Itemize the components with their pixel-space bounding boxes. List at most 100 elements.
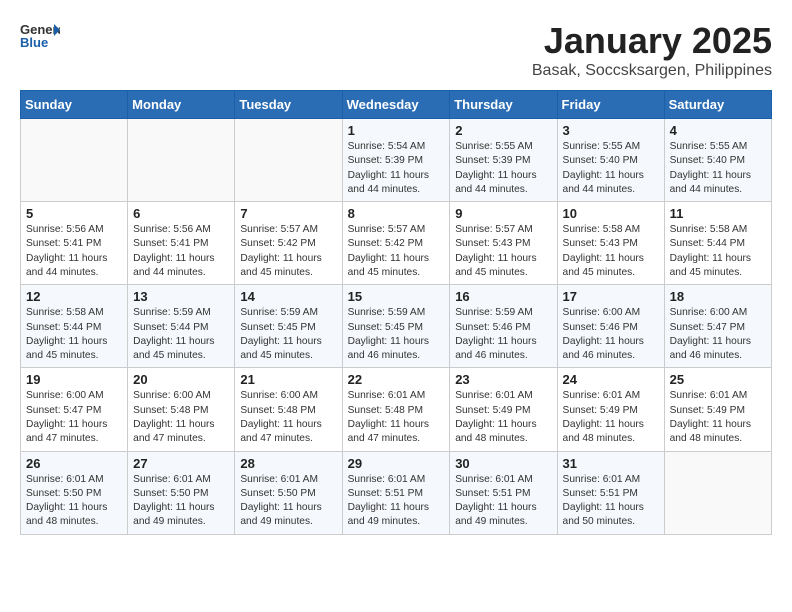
- table-row: 12Sunrise: 5:58 AMSunset: 5:44 PMDayligh…: [21, 285, 128, 368]
- table-row: 18 Sunrise: 6:00 AMSunset: 5:47 PMDayligh…: [664, 285, 771, 368]
- table-row: 8Sunrise: 5:57 AMSunset: 5:42 PMDaylight…: [342, 202, 450, 285]
- day-info: Sunrise: 5:56 AMSunset: 5:41 PMDaylight:…: [26, 223, 122, 280]
- day-number: 21: [240, 372, 336, 387]
- day-info: Sunrise: 6:01 AMSunset: 5:51 PMDaylight:…: [348, 473, 445, 530]
- table-row: 13 Sunrise: 5:59 AMSunset: 5:44 PMDayligh…: [128, 285, 235, 368]
- table-row: 28 Sunrise: 6:01 AMSunset: 5:50 PMDayligh…: [235, 451, 342, 534]
- day-number: 27: [133, 456, 229, 471]
- header-saturday: Saturday: [664, 91, 771, 119]
- header-thursday: Thursday: [450, 91, 557, 119]
- day-info: Sunrise: 5:57 AMSunset: 5:42 PMDaylight:…: [240, 223, 336, 280]
- day-info: Sunrise: 6:00 AMSunset: 5:47 PMDaylight:…: [670, 306, 766, 363]
- day-number: 18: [670, 289, 766, 304]
- table-row: [128, 119, 235, 202]
- day-info: Sunrise: 5:56 AMSunset: 5:41 PMDaylight:…: [133, 223, 229, 280]
- day-number: 11: [670, 206, 766, 221]
- table-row: 6 Sunrise: 5:56 AMSunset: 5:41 PMDaylight…: [128, 202, 235, 285]
- day-number: 10: [563, 206, 659, 221]
- day-info: Sunrise: 6:00 AMSunset: 5:48 PMDaylight:…: [133, 389, 229, 446]
- page-title: January 2025: [532, 20, 772, 62]
- day-info: Sunrise: 5:59 AMSunset: 5:46 PMDaylight:…: [455, 306, 551, 363]
- header-wednesday: Wednesday: [342, 91, 450, 119]
- day-info: Sunrise: 6:01 AMSunset: 5:50 PMDaylight:…: [26, 473, 122, 530]
- day-info: Sunrise: 5:59 AMSunset: 5:45 PMDaylight:…: [348, 306, 445, 363]
- table-row: 22 Sunrise: 6:01 AMSunset: 5:48 PMDayligh…: [342, 368, 450, 451]
- table-row: 19Sunrise: 6:00 AMSunset: 5:47 PMDayligh…: [21, 368, 128, 451]
- day-info: Sunrise: 5:55 AMSunset: 5:40 PMDaylight:…: [563, 140, 659, 197]
- day-info: Sunrise: 6:01 AMSunset: 5:51 PMDaylight:…: [455, 473, 551, 530]
- calendar-week-row: 12Sunrise: 5:58 AMSunset: 5:44 PMDayligh…: [21, 285, 772, 368]
- day-info: Sunrise: 6:00 AMSunset: 5:48 PMDaylight:…: [240, 389, 336, 446]
- day-number: 7: [240, 206, 336, 221]
- day-number: 15: [348, 289, 445, 304]
- table-row: 16Sunrise: 5:59 AMSunset: 5:46 PMDayligh…: [450, 285, 557, 368]
- title-area: January 2025 Basak, Soccsksargen, Philip…: [532, 20, 772, 80]
- day-number: 2: [455, 123, 551, 138]
- table-row: 3 Sunrise: 5:55 AMSunset: 5:40 PMDaylight…: [557, 119, 664, 202]
- day-info: Sunrise: 6:00 AMSunset: 5:46 PMDaylight:…: [563, 306, 659, 363]
- table-row: 11 Sunrise: 5:58 AMSunset: 5:44 PMDayligh…: [664, 202, 771, 285]
- day-info: Sunrise: 6:01 AMSunset: 5:48 PMDaylight:…: [348, 389, 445, 446]
- table-row: 23 Sunrise: 6:01 AMSunset: 5:49 PMDayligh…: [450, 368, 557, 451]
- day-info: Sunrise: 6:01 AMSunset: 5:49 PMDaylight:…: [455, 389, 551, 446]
- table-row: 21 Sunrise: 6:00 AMSunset: 5:48 PMDayligh…: [235, 368, 342, 451]
- table-row: 1 Sunrise: 5:54 AMSunset: 5:39 PMDaylight…: [342, 119, 450, 202]
- day-number: 17: [563, 289, 659, 304]
- table-row: 20Sunrise: 6:00 AMSunset: 5:48 PMDayligh…: [128, 368, 235, 451]
- calendar-week-row: 19Sunrise: 6:00 AMSunset: 5:47 PMDayligh…: [21, 368, 772, 451]
- day-info: Sunrise: 5:58 AMSunset: 5:44 PMDaylight:…: [670, 223, 766, 280]
- day-number: 3: [563, 123, 659, 138]
- calendar-header-row: Sunday Monday Tuesday Wednesday Thursday…: [21, 91, 772, 119]
- calendar-week-row: 26 Sunrise: 6:01 AMSunset: 5:50 PMDayligh…: [21, 451, 772, 534]
- day-number: 24: [563, 372, 659, 387]
- day-info: Sunrise: 6:01 AMSunset: 5:50 PMDaylight:…: [133, 473, 229, 530]
- table-row: 10 Sunrise: 5:58 AMSunset: 5:43 PMDayligh…: [557, 202, 664, 285]
- table-row: 27 Sunrise: 6:01 AMSunset: 5:50 PMDayligh…: [128, 451, 235, 534]
- table-row: 24 Sunrise: 6:01 AMSunset: 5:49 PMDayligh…: [557, 368, 664, 451]
- day-number: 26: [26, 456, 122, 471]
- day-number: 4: [670, 123, 766, 138]
- table-row: [21, 119, 128, 202]
- day-info: Sunrise: 6:01 AMSunset: 5:51 PMDaylight:…: [563, 473, 659, 530]
- day-number: 1: [348, 123, 445, 138]
- day-info: Sunrise: 5:55 AMSunset: 5:39 PMDaylight:…: [455, 140, 551, 197]
- day-info: Sunrise: 5:57 AMSunset: 5:43 PMDaylight:…: [455, 223, 551, 280]
- day-info: Sunrise: 5:54 AMSunset: 5:39 PMDaylight:…: [348, 140, 445, 197]
- logo-icon: General Blue: [20, 20, 60, 50]
- day-info: Sunrise: 5:58 AMSunset: 5:44 PMDaylight:…: [26, 306, 122, 363]
- day-number: 8: [348, 206, 445, 221]
- table-row: 9Sunrise: 5:57 AMSunset: 5:43 PMDaylight…: [450, 202, 557, 285]
- table-row: 7 Sunrise: 5:57 AMSunset: 5:42 PMDaylight…: [235, 202, 342, 285]
- day-number: 5: [26, 206, 122, 221]
- day-number: 14: [240, 289, 336, 304]
- table-row: 29 Sunrise: 6:01 AMSunset: 5:51 PMDayligh…: [342, 451, 450, 534]
- table-row: [235, 119, 342, 202]
- header-sunday: Sunday: [21, 91, 128, 119]
- table-row: 5 Sunrise: 5:56 AMSunset: 5:41 PMDaylight…: [21, 202, 128, 285]
- day-info: Sunrise: 5:55 AMSunset: 5:40 PMDaylight:…: [670, 140, 766, 197]
- table-row: 31Sunrise: 6:01 AMSunset: 5:51 PMDayligh…: [557, 451, 664, 534]
- day-number: 29: [348, 456, 445, 471]
- table-row: 4 Sunrise: 5:55 AMSunset: 5:40 PMDaylight…: [664, 119, 771, 202]
- day-number: 6: [133, 206, 229, 221]
- day-info: Sunrise: 6:01 AMSunset: 5:50 PMDaylight:…: [240, 473, 336, 530]
- page-subtitle: Basak, Soccsksargen, Philippines: [532, 62, 772, 80]
- day-info: Sunrise: 5:58 AMSunset: 5:43 PMDaylight:…: [563, 223, 659, 280]
- day-info: Sunrise: 6:01 AMSunset: 5:49 PMDaylight:…: [563, 389, 659, 446]
- header: General Blue January 2025 Basak, Soccsks…: [20, 20, 772, 80]
- day-number: 22: [348, 372, 445, 387]
- table-row: [664, 451, 771, 534]
- day-number: 13: [133, 289, 229, 304]
- svg-text:Blue: Blue: [20, 35, 48, 50]
- day-info: Sunrise: 6:00 AMSunset: 5:47 PMDaylight:…: [26, 389, 122, 446]
- day-number: 28: [240, 456, 336, 471]
- table-row: 2 Sunrise: 5:55 AMSunset: 5:39 PMDaylight…: [450, 119, 557, 202]
- day-number: 23: [455, 372, 551, 387]
- table-row: 30Sunrise: 6:01 AMSunset: 5:51 PMDayligh…: [450, 451, 557, 534]
- header-tuesday: Tuesday: [235, 91, 342, 119]
- day-info: Sunrise: 6:01 AMSunset: 5:49 PMDaylight:…: [670, 389, 766, 446]
- table-row: 25Sunrise: 6:01 AMSunset: 5:49 PMDayligh…: [664, 368, 771, 451]
- day-info: Sunrise: 5:59 AMSunset: 5:45 PMDaylight:…: [240, 306, 336, 363]
- table-row: 26 Sunrise: 6:01 AMSunset: 5:50 PMDayligh…: [21, 451, 128, 534]
- day-info: Sunrise: 5:59 AMSunset: 5:44 PMDaylight:…: [133, 306, 229, 363]
